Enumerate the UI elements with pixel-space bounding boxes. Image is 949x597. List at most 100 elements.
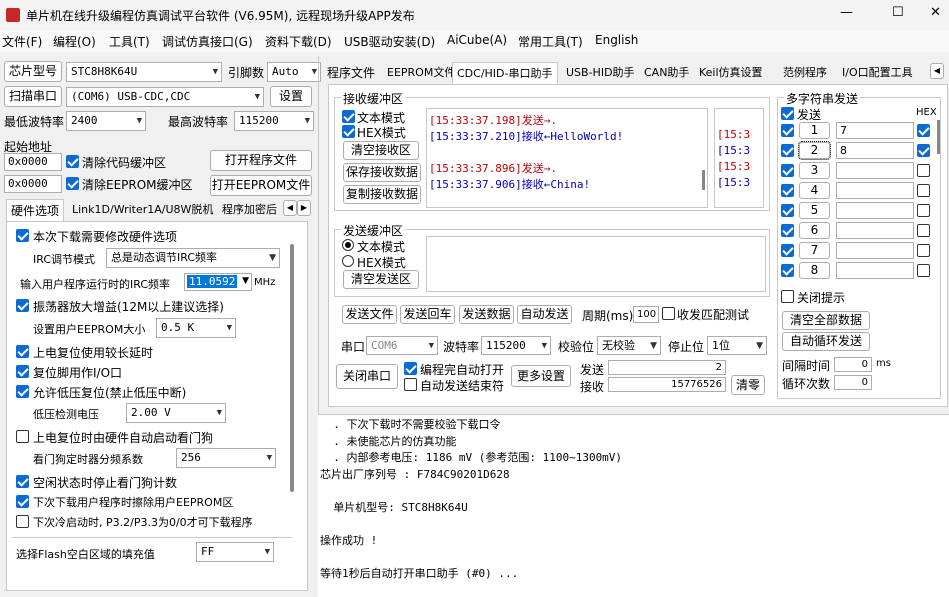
auto-send-button[interactable]: 自动发送	[517, 305, 572, 324]
tab-serial-assistant[interactable]: CDC/HID-串口助手	[452, 62, 558, 84]
multi-row-input[interactable]	[836, 242, 914, 259]
multi-row-checkbox[interactable]	[781, 224, 794, 237]
tab-usb-hid[interactable]: USB-HID助手	[562, 62, 639, 84]
loop-count-input[interactable]: 0	[834, 375, 872, 390]
osc-gain-checkbox[interactable]	[16, 299, 29, 312]
serial-port-select[interactable]: COM6 ▼	[366, 336, 438, 355]
multi-row-hex-checkbox[interactable]	[917, 164, 930, 177]
multi-row-input[interactable]: 7	[836, 122, 914, 139]
multi-row-hex-checkbox[interactable]	[917, 264, 930, 277]
rx-clear-button[interactable]: 清空接收区	[343, 141, 419, 160]
parity-select[interactable]: 无校验 ▼	[597, 336, 661, 355]
period-input[interactable]: 100	[633, 306, 659, 323]
send-file-button[interactable]: 发送文件	[342, 305, 397, 324]
tx-clear-button[interactable]: 清空发送区	[343, 270, 419, 289]
auto-loop-button[interactable]: 自动循环发送	[782, 332, 870, 351]
multi-row-hex-checkbox[interactable]	[917, 124, 930, 137]
rx-log-area[interactable]: [15:33:37.198]发送→. [15:33:37.210]接收←Hello…	[426, 108, 708, 208]
baud-select[interactable]: 115200 ▼	[481, 336, 551, 355]
chip-model-button[interactable]: 芯片型号	[4, 61, 62, 82]
send-data-button[interactable]: 发送数据	[459, 305, 514, 324]
multi-row-send-button[interactable]: 4	[799, 182, 830, 199]
multi-row-hex-checkbox[interactable]	[917, 224, 930, 237]
multi-row-input[interactable]: 8	[836, 142, 914, 159]
multi-row-hex-checkbox[interactable]	[917, 244, 930, 257]
rx-copy-button[interactable]: 复制接收数据	[343, 185, 421, 204]
tab-can[interactable]: CAN助手	[640, 62, 693, 84]
reset-io-checkbox[interactable]	[16, 365, 29, 378]
close-port-button[interactable]: 关闭串口	[336, 364, 398, 389]
menu-common-tools[interactable]: 常用工具(T)	[518, 33, 583, 50]
min-baud-select[interactable]: 2400 ▼	[66, 111, 146, 131]
pin-count-select[interactable]: Auto ▼	[267, 62, 321, 82]
tx-input-area[interactable]	[426, 236, 766, 292]
multi-row-send-button[interactable]: 5	[799, 202, 830, 219]
multi-scrollbar[interactable]	[937, 120, 940, 154]
clear-count-button[interactable]: 清零	[731, 375, 765, 395]
tx-text-mode-radio[interactable]	[342, 239, 354, 251]
multi-row-input[interactable]	[836, 202, 914, 219]
minimize-button[interactable]: —	[840, 5, 853, 20]
auto-terminator-checkbox[interactable]	[404, 378, 417, 391]
more-settings-button[interactable]: 更多设置	[511, 365, 571, 387]
close-hint-checkbox[interactable]	[781, 290, 794, 303]
tab-link1d[interactable]: Link1D/Writer1A/U8W脱机	[68, 199, 217, 221]
modify-hw-checkbox[interactable]	[16, 229, 29, 242]
stop-bits-select[interactable]: 1位 ▼	[707, 336, 767, 355]
eeprom-address-input[interactable]: 0x0000	[4, 175, 62, 193]
multi-row-input[interactable]	[836, 222, 914, 239]
clear-eeprom-checkbox[interactable]	[66, 177, 79, 190]
match-test-checkbox[interactable]	[662, 307, 675, 320]
multi-row-send-button[interactable]: 6	[799, 222, 830, 239]
maximize-button[interactable]: ☐	[892, 5, 904, 20]
rx-text-mode-checkbox[interactable]	[342, 110, 355, 123]
multi-send-all-checkbox[interactable]	[781, 107, 794, 120]
auto-open-checkbox[interactable]	[404, 362, 417, 375]
menu-download[interactable]: 资料下载(D)	[265, 33, 332, 50]
menu-program[interactable]: 编程(O)	[53, 33, 96, 50]
clear-code-checkbox[interactable]	[66, 155, 79, 168]
multi-row-hex-checkbox[interactable]	[917, 144, 930, 157]
settings-button[interactable]: 设置	[270, 86, 312, 107]
multi-row-send-button[interactable]: 1	[799, 122, 830, 139]
lvd-select[interactable]: 2.00 V ▼	[126, 403, 226, 423]
open-program-button[interactable]: 打开程序文件	[210, 150, 312, 171]
tab-program-file[interactable]: 程序文件	[323, 62, 379, 84]
tab-keil[interactable]: Keil仿真设置	[695, 62, 767, 84]
port-select[interactable]: (COM6) USB-CDC,CDC ▼	[66, 87, 264, 107]
multi-row-input[interactable]	[836, 262, 914, 279]
scan-port-button[interactable]: 扫描串口	[4, 86, 62, 107]
multi-row-checkbox[interactable]	[781, 204, 794, 217]
menu-english[interactable]: English	[595, 33, 638, 47]
rx-log-scrollbar[interactable]	[702, 170, 705, 190]
max-baud-select[interactable]: 115200 ▼	[234, 111, 314, 131]
multi-row-hex-checkbox[interactable]	[917, 204, 930, 217]
close-button[interactable]: ✕	[930, 5, 941, 20]
erase-eeprom-checkbox[interactable]	[16, 495, 29, 508]
multi-row-input[interactable]	[836, 162, 914, 179]
multi-row-send-button[interactable]: 3	[799, 162, 830, 179]
tab-hardware-options[interactable]: 硬件选项	[6, 199, 65, 221]
irc-freq-input[interactable]: 11.0592	[187, 275, 238, 288]
cold-start-checkbox[interactable]	[16, 515, 29, 528]
menu-aicube[interactable]: AiCube(A)	[447, 33, 507, 47]
tab-scroll-left-button[interactable]: ◀	[283, 200, 297, 216]
rx-hex-mode-checkbox[interactable]	[342, 125, 355, 138]
eeprom-size-select[interactable]: 0.5 K ▼	[156, 318, 236, 338]
tab-scroll-left-button[interactable]: ◀	[930, 63, 944, 79]
multi-row-send-button[interactable]: 2	[798, 141, 831, 160]
menu-file[interactable]: 文件(F)	[2, 33, 42, 50]
multi-row-checkbox[interactable]	[781, 184, 794, 197]
menu-tools[interactable]: 工具(T)	[109, 33, 150, 50]
tab-encrypt[interactable]: 程序加密后	[218, 199, 284, 221]
code-address-input[interactable]: 0x0000	[4, 153, 62, 171]
multi-row-send-button[interactable]: 8	[799, 262, 830, 279]
menu-debug[interactable]: 调试仿真接口(G)	[162, 33, 253, 50]
multi-row-checkbox[interactable]	[781, 264, 794, 277]
multi-row-checkbox[interactable]	[781, 164, 794, 177]
open-eeprom-button[interactable]: 打开EEPROM文件	[210, 175, 312, 196]
multi-row-input[interactable]	[836, 182, 914, 199]
irc-mode-select[interactable]: 总是动态调节IRC频率 ▼	[106, 248, 280, 268]
wdt-auto-checkbox[interactable]	[16, 430, 29, 443]
multi-row-checkbox[interactable]	[781, 144, 794, 157]
